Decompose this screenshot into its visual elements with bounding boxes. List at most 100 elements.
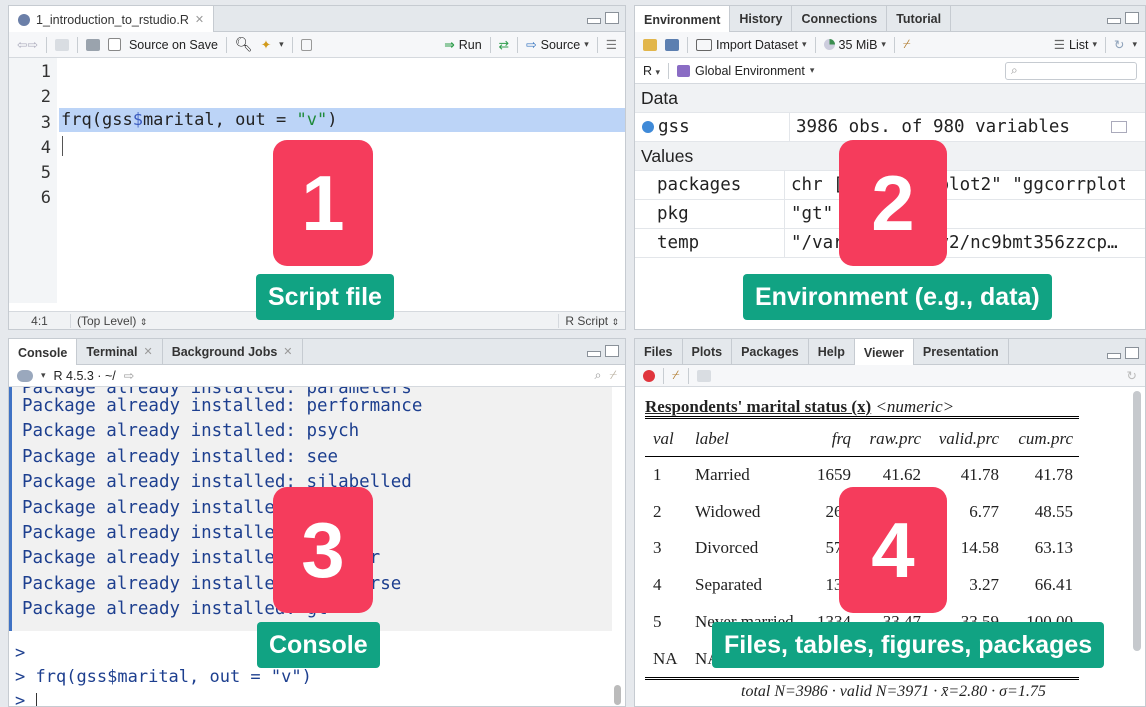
table-cell: 1 xyxy=(653,465,662,484)
run-button[interactable]: ⇒ Run xyxy=(444,37,481,53)
broom-icon[interactable]: ⌿ xyxy=(609,368,617,383)
show-in-window-icon[interactable] xyxy=(696,369,711,382)
source-arrow-icon: ⇨ xyxy=(526,38,537,52)
broom-icon[interactable]: ⌿ xyxy=(672,368,680,383)
divider xyxy=(687,367,689,384)
maximize-icon[interactable] xyxy=(605,12,619,24)
tab-script-file[interactable]: 1_introduction_to_rstudio.R ✕ xyxy=(9,6,215,33)
code-line-3[interactable]: frq(gss$marital, out = "v") xyxy=(61,110,337,130)
console-input[interactable]: > xyxy=(15,691,37,706)
file-type-selector[interactable]: R Script ⇕ xyxy=(558,313,625,328)
r-version-label: R 4.5.3 · ~/ xyxy=(53,368,116,383)
file-type-label: R Script xyxy=(565,313,609,328)
refresh-icon[interactable]: ↻ xyxy=(1127,368,1137,383)
search-icon[interactable]: ⌕ xyxy=(594,368,601,383)
tab-plots[interactable]: Plots xyxy=(683,339,733,364)
show-in-window-icon[interactable] xyxy=(54,38,69,51)
viewer-scrollbar[interactable] xyxy=(1133,391,1141,651)
table-title-type: <numeric> xyxy=(875,397,955,416)
chevron-down-icon[interactable]: ▾ xyxy=(279,39,284,50)
tab-help[interactable]: Help xyxy=(809,339,855,364)
tab-console[interactable]: Console xyxy=(9,339,78,366)
tab-files[interactable]: Files xyxy=(635,339,683,364)
language-selector[interactable]: R ▾ xyxy=(643,64,660,78)
open-folder-icon[interactable] xyxy=(643,38,657,51)
pie-chart-icon xyxy=(823,39,835,50)
table-cell: Separated xyxy=(695,575,763,595)
console-command-text: frq(gss$marital, out = "v") xyxy=(35,667,312,687)
chevron-down-icon: ▾ xyxy=(1092,39,1097,49)
search-icon: ⌕ xyxy=(1011,62,1018,77)
object-name: packages xyxy=(635,170,785,200)
close-icon[interactable]: ✕ xyxy=(143,345,152,358)
object-name: pkg xyxy=(635,199,785,229)
tab-connections[interactable]: Connections xyxy=(792,6,888,31)
refresh-icon[interactable]: ↻ xyxy=(1114,37,1124,52)
scope-selector[interactable]: (Top Level) ⇕ xyxy=(71,314,147,328)
minimize-icon[interactable] xyxy=(1107,18,1121,24)
divider xyxy=(893,36,895,53)
maximize-icon[interactable] xyxy=(1125,347,1139,359)
divider xyxy=(814,36,816,53)
table-top-rule xyxy=(645,416,1079,419)
tab-terminal[interactable]: Terminal ✕ xyxy=(77,339,163,364)
console-scrollbar[interactable] xyxy=(614,685,621,705)
maximize-icon[interactable] xyxy=(1125,12,1139,24)
table-cell: 3 xyxy=(653,538,662,558)
data-row-gss[interactable]: gss 3986 obs. of 980 variables xyxy=(635,112,1145,142)
view-mode-selector[interactable]: ☰ List ▾ xyxy=(1054,37,1097,53)
go-to-directory-icon[interactable]: ⇨ xyxy=(124,368,134,383)
object-name: gss xyxy=(654,112,790,142)
environment-search-input[interactable]: ⌕ xyxy=(1005,61,1137,80)
divider xyxy=(225,36,227,53)
r-logo-icon xyxy=(17,369,33,382)
broom-icon[interactable]: ⌿ xyxy=(903,37,911,52)
source-button[interactable]: ⇨ Source ▾ xyxy=(526,37,589,53)
annotation-label-script-file: Script file xyxy=(256,274,394,320)
tab-environment[interactable]: Environment xyxy=(635,6,731,33)
compile-report-icon[interactable] xyxy=(300,38,312,51)
console-output-line: Package already installed: see xyxy=(22,446,339,467)
minimize-icon[interactable] xyxy=(587,351,601,357)
chevron-down-icon[interactable]: ▾ xyxy=(41,370,46,381)
tab-packages[interactable]: Packages xyxy=(732,339,809,364)
expand-arrow-icon[interactable] xyxy=(642,121,654,133)
stop-icon[interactable] xyxy=(643,369,655,382)
save-icon[interactable] xyxy=(665,38,679,51)
chevron-down-icon[interactable]: ▾ xyxy=(1132,39,1137,50)
search-icon[interactable]: 🔍︎ xyxy=(235,36,253,53)
table-header-cell: valid.prc xyxy=(938,429,999,448)
source-on-save-checkbox[interactable] xyxy=(107,38,121,51)
code-tools-icon[interactable]: ✦ xyxy=(261,37,271,52)
tab-background-jobs[interactable]: Background Jobs ✕ xyxy=(163,339,303,364)
tab-viewer[interactable]: Viewer xyxy=(854,339,914,366)
save-icon[interactable] xyxy=(85,38,100,51)
object-value: chr [1:20] "ggplot2" "ggcorrplot" "patch… xyxy=(791,175,1125,195)
table-cell: Widowed xyxy=(695,501,761,521)
console-output-line: Package already installed: performance xyxy=(22,396,423,416)
back-forward-icon[interactable]: ⇦⇨ xyxy=(17,37,38,52)
minimize-icon[interactable] xyxy=(587,18,601,24)
environment-scope-bar: R ▾ Global Environment ▾ ⌕ xyxy=(635,58,1145,84)
close-icon[interactable]: ✕ xyxy=(283,345,292,358)
tab-history[interactable]: History xyxy=(730,6,793,31)
import-dataset-button[interactable]: Import Dataset ▾ xyxy=(696,38,807,52)
scope-label: (Top Level) xyxy=(77,313,137,328)
object-value: "/var/folders/v2/nc9bmt356zzcp… xyxy=(791,233,1118,253)
tab-tutorial[interactable]: Tutorial xyxy=(887,6,952,31)
outline-icon[interactable]: ☰ xyxy=(606,37,617,52)
object-name: temp xyxy=(635,228,785,258)
view-table-icon[interactable] xyxy=(1111,121,1127,133)
chevron-down-icon[interactable]: ▾ xyxy=(584,39,589,50)
close-icon[interactable]: ✕ xyxy=(195,13,204,26)
memory-usage[interactable]: 35 MiB ▾ xyxy=(823,38,886,52)
minimize-icon[interactable] xyxy=(1107,353,1121,359)
rerun-icon[interactable]: ⇄ xyxy=(499,37,509,52)
table-header-cell: label xyxy=(695,429,729,448)
language-label: R xyxy=(643,63,653,78)
scope-selector[interactable]: Global Environment ▾ xyxy=(677,64,814,78)
maximize-icon[interactable] xyxy=(605,345,619,357)
table-header-cell: cum.prc xyxy=(1018,429,1073,448)
table-cell: 41.78 xyxy=(1034,465,1073,484)
tab-presentation[interactable]: Presentation xyxy=(914,339,1009,364)
